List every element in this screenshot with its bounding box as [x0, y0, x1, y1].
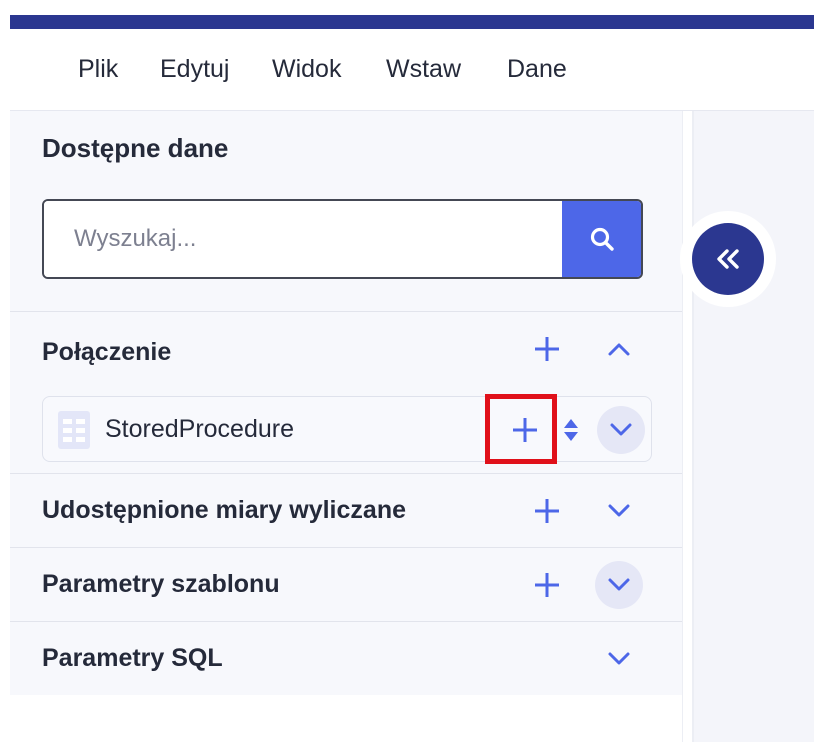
available-data-panel: Dostępne dane Połączenie	[10, 111, 682, 695]
search-button[interactable]	[562, 201, 641, 277]
panel-edge	[692, 111, 694, 742]
plus-icon	[535, 573, 559, 597]
section-title-shared-measures: Udostępnione miary wyliczane	[42, 496, 406, 524]
expand-procedure-button[interactable]	[597, 406, 645, 454]
expand-template-params-button[interactable]	[595, 561, 643, 609]
expand-shared-measures-button[interactable]	[600, 492, 638, 530]
chevron-up-icon	[608, 343, 630, 356]
section-title-sql-params: Parametry SQL	[42, 644, 223, 672]
table-icon	[58, 411, 90, 449]
sort-arrows-icon	[564, 419, 578, 441]
double-chevron-left-icon	[717, 249, 739, 269]
chevron-down-icon	[610, 423, 632, 436]
reorder-handle[interactable]	[558, 411, 584, 449]
list-item-storedprocedure[interactable]: StoredProcedure	[42, 394, 652, 464]
chevron-down-icon	[608, 652, 630, 665]
section-title-connection: Połączenie	[42, 338, 172, 366]
search-box	[42, 199, 643, 279]
section-template-params: Parametry szablonu	[10, 547, 682, 621]
search-input[interactable]	[44, 201, 562, 277]
list-item-label: StoredProcedure	[105, 415, 295, 443]
highlight-box	[485, 394, 557, 464]
section-sql-params: Parametry SQL	[10, 621, 682, 695]
expand-sql-params-button[interactable]	[600, 640, 638, 678]
plus-icon	[535, 499, 559, 523]
top-accent-bar	[10, 15, 814, 29]
menu-edytuj[interactable]: Edytuj	[160, 55, 229, 84]
menu-wstaw[interactable]: Wstaw	[386, 55, 461, 84]
plus-icon	[535, 337, 559, 361]
section-connection: Połączenie StoredProcedure	[10, 311, 682, 473]
collapse-panel-button[interactable]	[692, 223, 764, 295]
section-shared-measures: Udostępnione miary wyliczane	[10, 473, 682, 547]
menu-plik[interactable]: Plik	[78, 55, 118, 84]
section-title-template-params: Parametry szablonu	[42, 570, 280, 598]
menu-bar: Plik Edytuj Widok Wstaw Dane	[10, 29, 814, 111]
add-connection-button[interactable]	[528, 330, 566, 368]
canvas-area	[680, 111, 814, 742]
chevron-down-icon	[608, 578, 630, 591]
menu-dane[interactable]: Dane	[507, 55, 567, 84]
add-template-param-button[interactable]	[528, 566, 566, 604]
add-shared-measure-button[interactable]	[528, 492, 566, 530]
search-icon	[590, 227, 614, 251]
collapse-connection-button[interactable]	[600, 330, 638, 368]
chevron-down-icon	[608, 504, 630, 517]
menu-widok[interactable]: Widok	[272, 55, 341, 84]
panel-title: Dostępne dane	[42, 133, 229, 163]
